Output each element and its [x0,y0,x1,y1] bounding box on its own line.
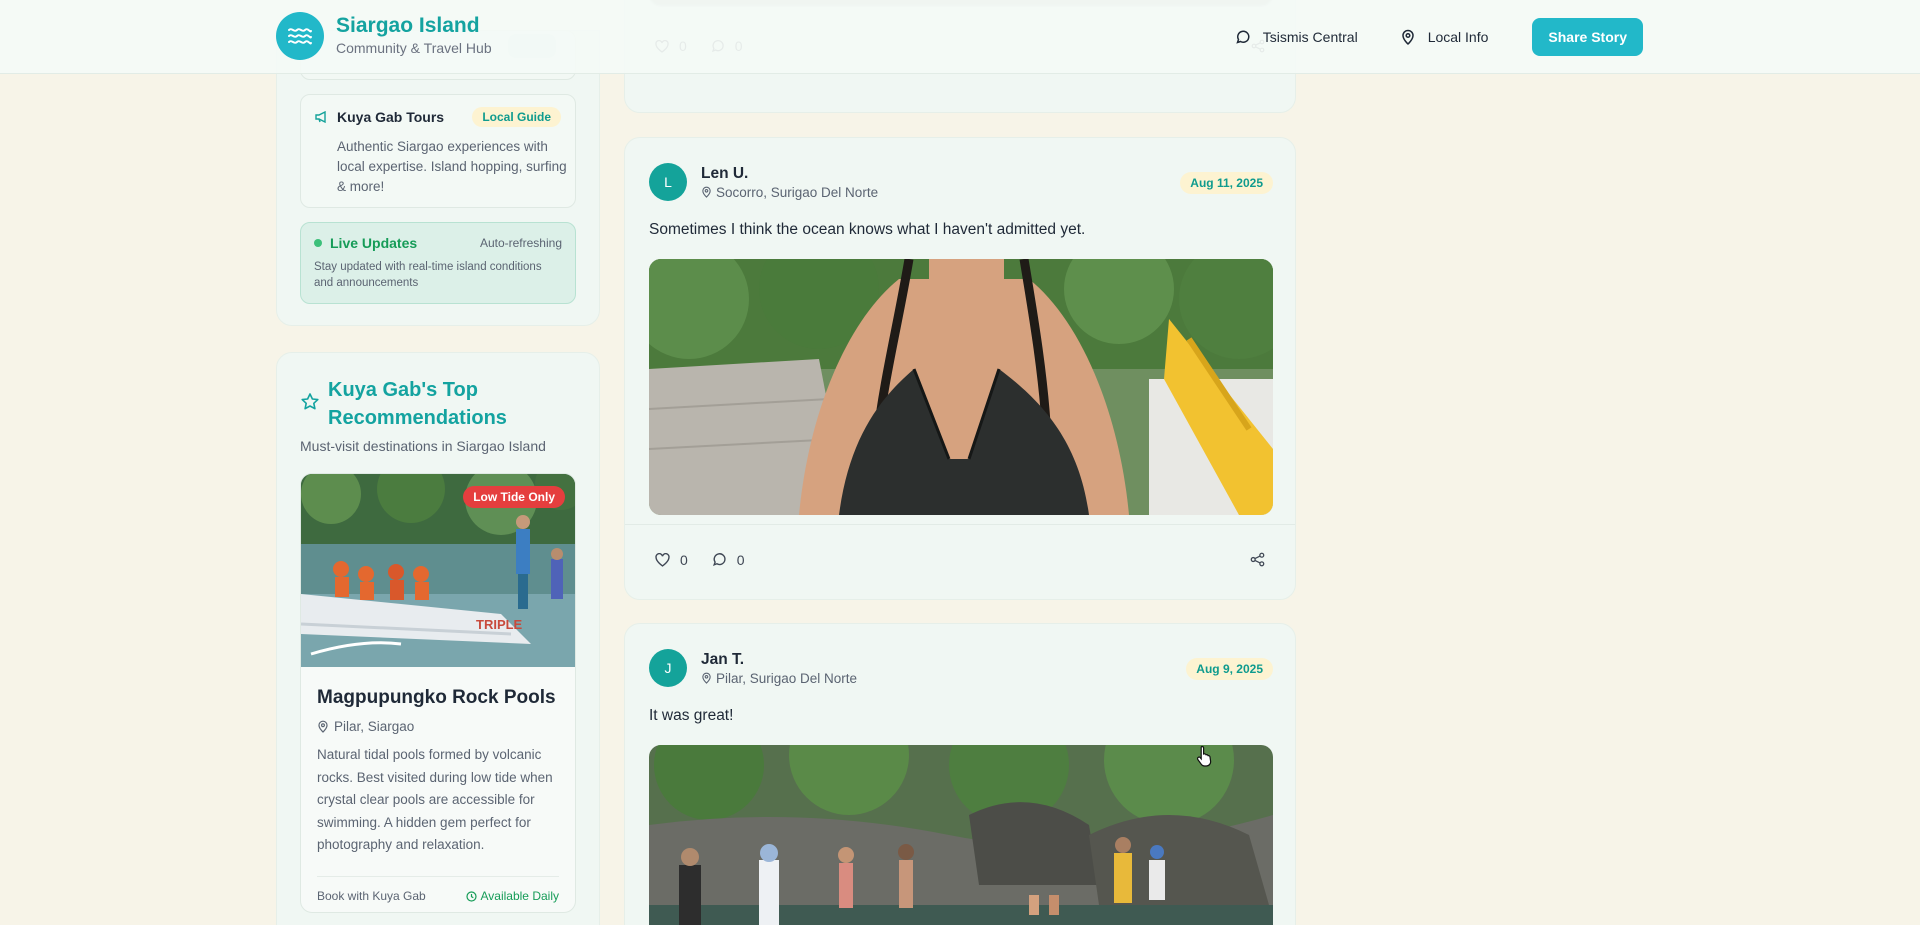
comment-count: 0 [736,551,745,568]
boat-text: TRIPLE [476,617,523,632]
post-author[interactable]: Len U. [701,165,878,183]
top-header: Siargao Island Community & Travel Hub Ts… [0,0,1920,74]
post-card: J Jan T. Pilar, Surigao Del Norte Aug 9,… [624,623,1296,925]
place-photo: TRIPLE Low Tide Only [301,474,575,667]
nav-label: Local Info [1427,29,1489,45]
share-story-button[interactable]: Share Story [1532,18,1643,56]
recommendations-title: Kuya Gab's Top Recommendations [328,379,507,429]
post-location: Pilar, Surigao Del Norte [716,670,858,686]
post-photo[interactable] [649,259,1273,515]
local-guide-badge: Local Guide [472,107,561,127]
hand-cursor-icon [1196,745,1212,767]
main-nav: Tsismis Central Local Info Share Story [1235,18,1643,56]
megaphone-icon [315,111,326,123]
post-date: Aug 11, 2025 [1180,172,1273,194]
comment-icon [712,553,726,567]
tour-card[interactable]: Kuya Gab Tours Local Guide Authentic Sia… [300,94,576,208]
place-location: Pilar, Siargao [334,719,415,734]
heart-icon [655,552,670,567]
live-title: Live Updates [330,235,418,251]
avatar[interactable]: L [649,163,687,201]
tour-name: Kuya Gab Tours [337,109,445,125]
tour-description: Authentic Siargao experiences with local… [337,139,567,194]
live-description: Stay updated with real-time island condi… [314,261,542,289]
book-link[interactable]: Book with Kuya Gab [317,889,426,903]
like-count: 0 [680,551,688,568]
nav-local-info[interactable]: Local Info [1400,18,1489,56]
post-date: Aug 9, 2025 [1186,658,1273,680]
nav-label: Tsismis Central [1262,29,1358,45]
place-description: Natural tidal pools formed by volcanic r… [317,747,553,852]
like-button[interactable]: 0 [655,552,688,568]
share-icon[interactable] [1250,552,1265,567]
map-pin-icon [318,720,328,733]
recommendations-subtitle: Must-visit destinations in Siargao Islan… [300,438,546,454]
live-dot-icon [314,239,322,247]
map-pin-icon [702,186,711,198]
availability: Available Daily [480,889,560,903]
place-name: Magpupungko Rock Pools [317,687,556,708]
post-photo[interactable] [649,745,1273,925]
avatar[interactable]: J [649,649,687,687]
waves-icon [276,12,324,60]
post-text: It was great! [649,707,734,724]
post-location: Socorro, Surigao Del Norte [716,184,879,200]
site-subtitle: Community & Travel Hub [336,40,492,56]
comment-button[interactable]: 0 [712,552,745,568]
nav-tsismis-central[interactable]: Tsismis Central [1235,18,1358,56]
post-text: Sometimes I think the ocean knows what I… [649,221,1086,238]
star-icon [301,393,319,410]
auto-refresh-status: Auto-refreshing [479,236,562,250]
site-title: Siargao Island [336,14,480,37]
post-card: L Len U. Socorro, Surigao Del Norte Aug … [624,137,1296,600]
post-author[interactable]: Jan T. [701,651,857,669]
clock-icon [465,890,477,902]
map-pin-icon [1401,29,1414,45]
low-tide-badge: Low Tide Only [463,486,565,508]
chat-icon [1236,30,1250,44]
brand[interactable]: Siargao Island Community & Travel Hub [276,12,492,60]
map-pin-icon [702,672,711,684]
place-card[interactable]: TRIPLE Low Tide Only Magpupungko Rock Po… [300,473,576,913]
live-updates-panel: Live Updates Auto-refreshing Stay update… [300,222,576,304]
